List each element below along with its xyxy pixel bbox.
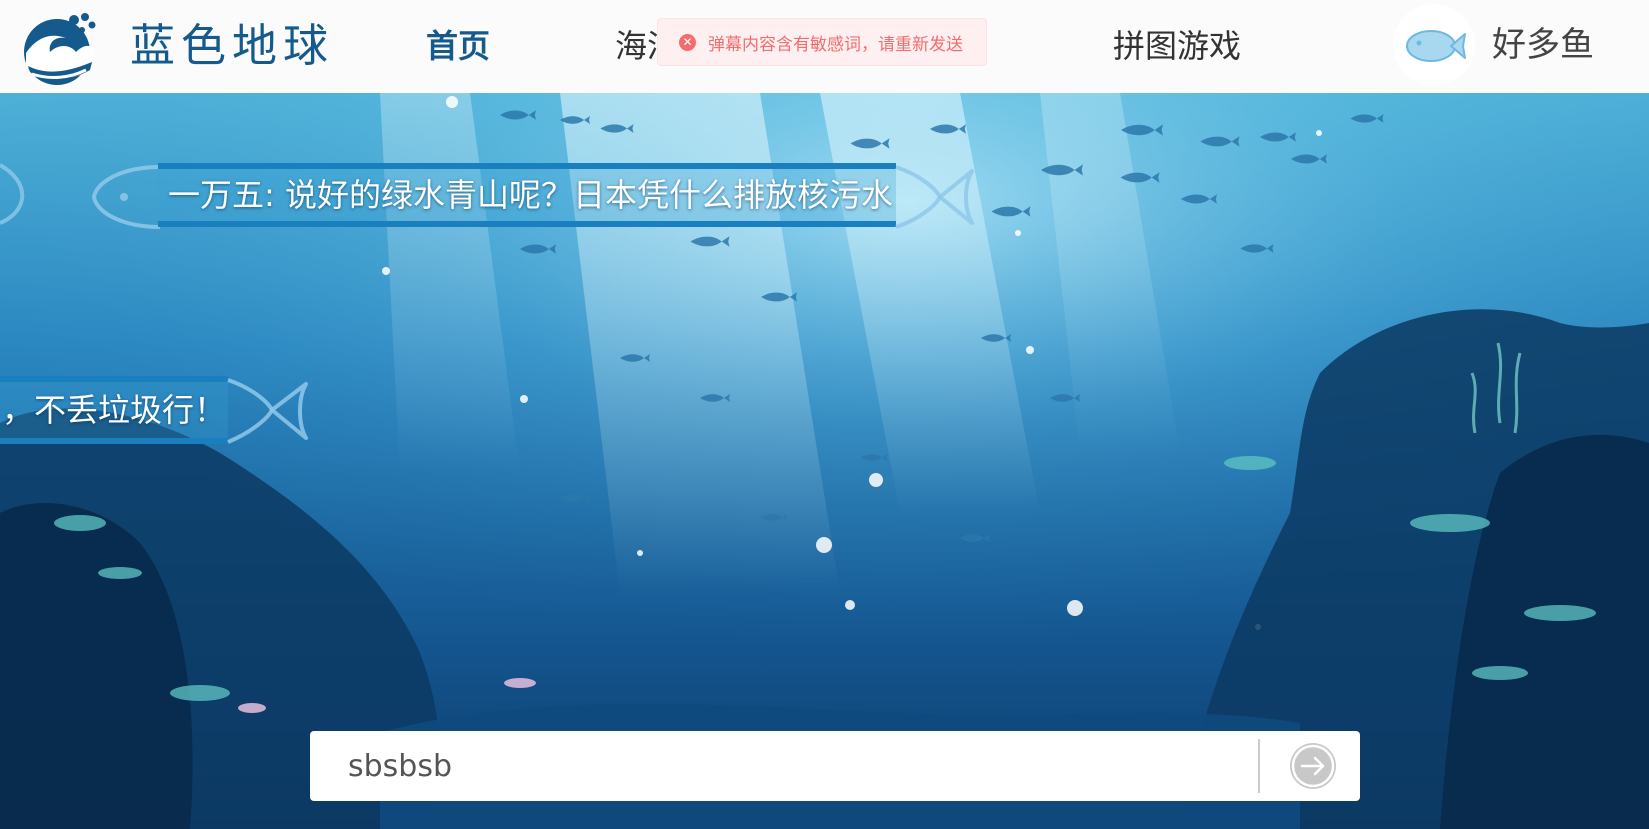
wave-logo-icon[interactable] <box>14 8 100 86</box>
danmaku-text: 一万五: 说好的绿水青山呢？日本凭什么排放核污水 <box>168 176 893 214</box>
nav-home[interactable]: 首页 <box>426 22 490 70</box>
nav-puzzle-game[interactable]: 拼图游戏 <box>1113 22 1241 70</box>
site-title[interactable]: 蓝色地球 <box>130 16 334 76</box>
toast-message: 弹幕内容含有敏感词，请重新发送 <box>708 34 963 55</box>
danmaku-input-bar <box>310 731 1360 801</box>
close-circle-icon: ✕ <box>679 33 696 51</box>
error-toast: ✕ 弹幕内容含有敏感词，请重新发送 <box>657 18 987 66</box>
input-divider <box>1258 739 1260 793</box>
username[interactable]: 好多鱼 <box>1492 20 1594 70</box>
fish-icon <box>1406 30 1466 62</box>
danmaku-text: ，不丢垃圾行！ <box>2 391 227 429</box>
arrow-right-icon <box>1291 744 1335 788</box>
danmaku-input[interactable] <box>310 731 1250 801</box>
send-button[interactable] <box>1290 743 1336 789</box>
danmaku-item: ，不丢垃圾行！ <box>0 372 330 452</box>
danmaku-item: 一万五: 说好的绿水青山呢？日本凭什么排放核污水 <box>0 155 1000 235</box>
avatar[interactable] <box>1393 4 1475 86</box>
